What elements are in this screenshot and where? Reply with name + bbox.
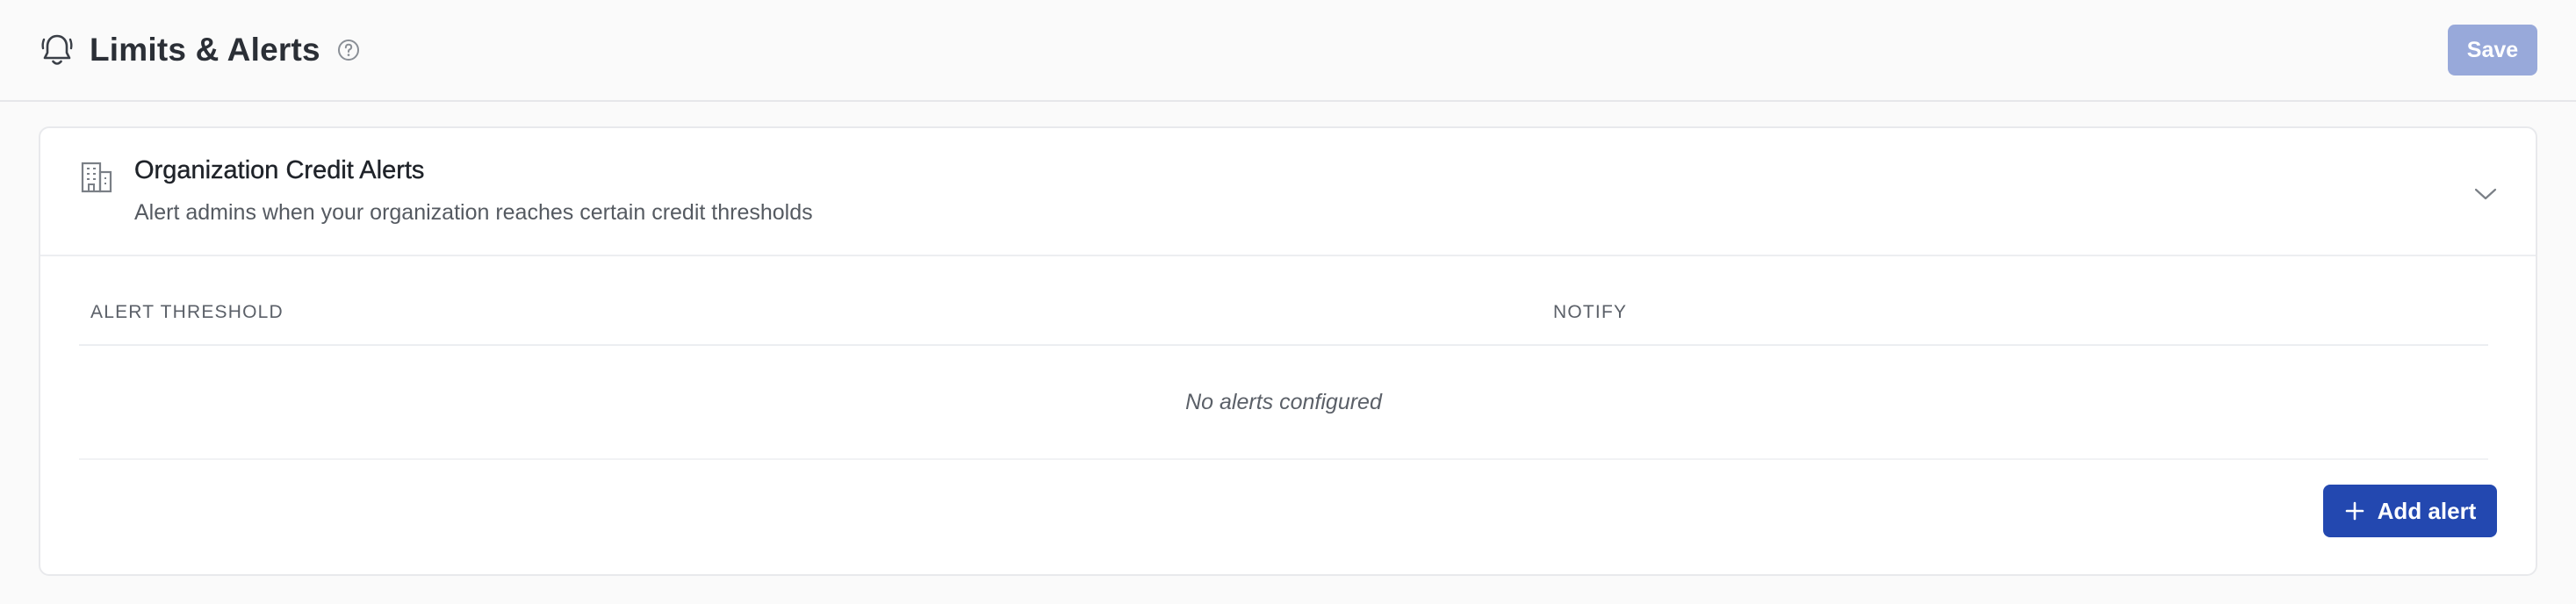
help-circle-icon[interactable] bbox=[336, 38, 361, 62]
bell-icon bbox=[39, 32, 76, 68]
card-title: Organization Credit Alerts bbox=[134, 156, 425, 184]
card-subtitle: Alert admins when your organization reac… bbox=[134, 200, 813, 225]
plus-icon bbox=[2344, 500, 2365, 521]
add-alert-button[interactable]: Add alert bbox=[2323, 485, 2497, 537]
alerts-table-header: ALERT THRESHOLD NOTIFY bbox=[79, 302, 2488, 346]
add-alert-label: Add alert bbox=[2377, 497, 2477, 524]
organization-credit-alerts-card: Organization Credit Alerts Alert admins … bbox=[39, 126, 2537, 576]
page-header: Limits & Alerts Save bbox=[0, 0, 2576, 102]
column-header-notify: NOTIFY bbox=[1553, 302, 1628, 322]
page-title: Limits & Alerts bbox=[90, 32, 320, 68]
chevron-down-icon[interactable] bbox=[2472, 181, 2499, 207]
column-header-alert-threshold: ALERT THRESHOLD bbox=[90, 302, 284, 322]
alerts-empty-row: No alerts configured bbox=[79, 346, 2488, 460]
empty-state-message: No alerts configured bbox=[1185, 389, 1382, 414]
card-header[interactable]: Organization Credit Alerts Alert admins … bbox=[40, 128, 2536, 256]
save-button[interactable]: Save bbox=[2448, 25, 2537, 76]
building-icon bbox=[79, 160, 114, 195]
header-title-group: Limits & Alerts bbox=[39, 26, 361, 74]
